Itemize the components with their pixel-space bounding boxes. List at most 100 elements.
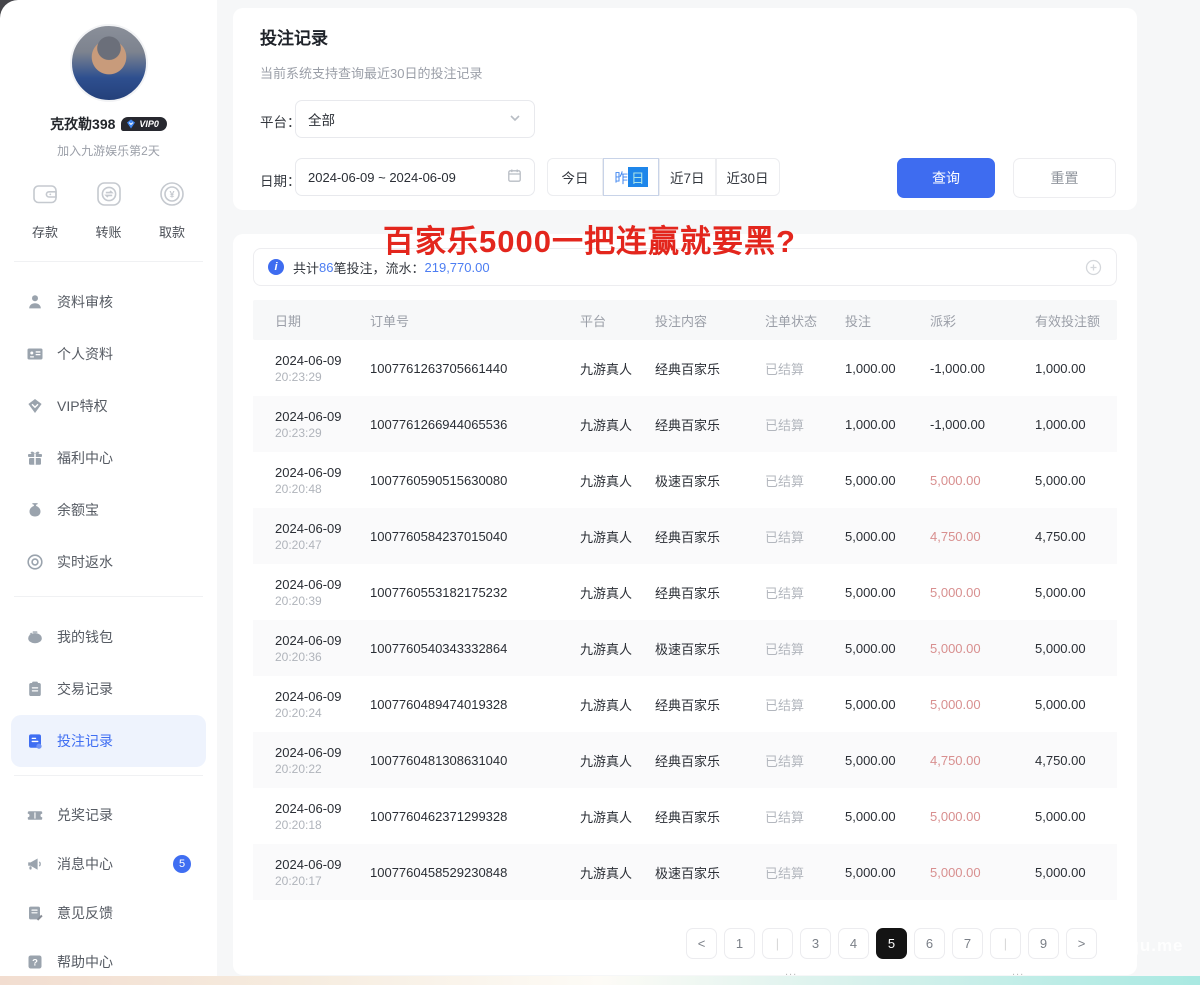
status-badge: 已结算 [765, 471, 845, 490]
rebate-icon [26, 553, 44, 571]
info-icon: i [268, 259, 284, 275]
join-days-text: 加入九游娱乐第2天 [0, 142, 217, 159]
table-row: 2024-06-0920:23:29 1007761266944065536 九… [253, 396, 1117, 452]
withdraw-button[interactable]: ¥ 取款 [157, 179, 187, 241]
page-button-4[interactable]: 4 [838, 928, 869, 959]
platform-select[interactable]: 全部 [295, 100, 535, 138]
col-payout: 派彩 [930, 311, 1035, 330]
payout-value: 5,000.00 [930, 809, 1035, 824]
order-number: 1007761266944065536 [370, 417, 580, 432]
range-7days-button[interactable]: 近7日 [659, 158, 716, 196]
sidebar-item-betting-records[interactable]: 投注记录 [11, 715, 206, 767]
status-badge: 已结算 [765, 863, 845, 882]
sidebar-nav-group-1: 资料审核 个人资料 VIP特权 福利中心 余额宝 [0, 270, 217, 588]
order-number: 1007760481308631040 [370, 753, 580, 768]
summary-prefix: 共计 [293, 258, 319, 277]
page-button-3[interactable]: 3 [800, 928, 831, 959]
payout-value: 4,750.00 [930, 529, 1035, 544]
bet-record-icon [26, 732, 44, 750]
table-row: 2024-06-0920:20:48 1007760590515630080 九… [253, 452, 1117, 508]
order-number: 1007760540343332864 [370, 641, 580, 656]
status-badge: 已结算 [765, 527, 845, 546]
table-row: 2024-06-0920:20:22 1007760481308631040 九… [253, 732, 1117, 788]
vip-diamond-icon [26, 397, 44, 415]
order-number: 1007760590515630080 [370, 473, 580, 488]
status-badge: 已结算 [765, 359, 845, 378]
payout-value: 4,750.00 [930, 753, 1035, 768]
sidebar-item-welfare-center[interactable]: 福利中心 [11, 432, 206, 484]
prev-page-button[interactable]: < [686, 928, 717, 959]
payout-value: -1,000.00 [930, 361, 1035, 376]
divider [14, 775, 203, 776]
payout-value: 5,000.00 [930, 585, 1035, 600]
col-platform: 平台 [580, 311, 655, 330]
page-button-6[interactable]: 6 [914, 928, 945, 959]
table-row: 2024-06-0920:20:39 1007760553182175232 九… [253, 564, 1117, 620]
reset-button[interactable]: 重置 [1013, 158, 1116, 198]
page-button-7[interactable]: 7 [952, 928, 983, 959]
payout-value: 5,000.00 [930, 641, 1035, 656]
profile-section: 克孜勒398 VIP0 加入九游娱乐第2天 [0, 0, 217, 159]
sidebar-item-transaction-records[interactable]: 交易记录 [11, 663, 206, 715]
table-row: 2024-06-0920:20:36 1007760540343332864 九… [253, 620, 1117, 676]
sidebar-item-vip-privileges[interactable]: VIP特权 [11, 380, 206, 432]
jump-next-ellipsis-button[interactable]: | [990, 928, 1021, 959]
date-range-input[interactable]: 2024-06-09 ~ 2024-06-09 [295, 158, 535, 196]
range-yesterday-button[interactable]: 昨日 [603, 158, 659, 196]
sidebar-item-data-review[interactable]: 资料审核 [11, 276, 206, 328]
payout-value: 5,000.00 [930, 865, 1035, 880]
sidebar-item-yuebao[interactable]: 余额宝 [11, 484, 206, 536]
username: 克孜勒398 [50, 114, 115, 134]
piggy-wallet-icon [26, 628, 44, 646]
betting-records-card: i 共计86笔投注，流水：219,770.00 日期 订单号 平台 投注内容 注… [233, 234, 1137, 975]
status-badge: 已结算 [765, 639, 845, 658]
pagination: < 1 | 3 4 5 6 7 | 9 > [686, 928, 1097, 959]
status-badge: 已结算 [765, 415, 845, 434]
sidebar-item-feedback[interactable]: 意见反馈 [11, 888, 206, 937]
table-row: 2024-06-0920:23:29 1007761263705661440 九… [253, 340, 1117, 396]
sidebar-item-message-center[interactable]: 消息中心 5 [11, 839, 206, 888]
sidebar-item-personal-info[interactable]: 个人资料 [11, 328, 206, 380]
payout-value: -1,000.00 [930, 417, 1035, 432]
range-30days-button[interactable]: 近30日 [716, 158, 780, 196]
col-content: 投注内容 [655, 311, 765, 330]
col-valid: 有效投注额 [1035, 311, 1117, 330]
page-button-5-active[interactable]: 5 [876, 928, 907, 959]
gift-icon [26, 449, 44, 467]
query-button[interactable]: 查询 [897, 158, 995, 198]
expand-circle-plus-icon[interactable] [1085, 259, 1102, 276]
next-page-button[interactable]: > [1066, 928, 1097, 959]
svg-text:?: ? [32, 957, 38, 968]
jump-prev-ellipsis-button[interactable]: | [762, 928, 793, 959]
deposit-wallet-icon [30, 179, 60, 214]
summary-count: 86 [319, 260, 333, 275]
transfer-button[interactable]: 转账 [94, 179, 124, 241]
summary-amount: 219,770.00 [425, 260, 490, 275]
order-number: 1007760489474019328 [370, 697, 580, 712]
ticket-icon [26, 806, 44, 824]
page-button-9[interactable]: 9 [1028, 928, 1059, 959]
date-range-shortcuts: 今日 昨日 近7日 近30日 [547, 158, 780, 196]
unread-count-badge: 5 [173, 855, 191, 873]
user-check-icon [26, 293, 44, 311]
page-button-1[interactable]: 1 [724, 928, 755, 959]
sidebar-item-realtime-rebate[interactable]: 实时返水 [11, 536, 206, 588]
payout-value: 5,000.00 [930, 473, 1035, 488]
sidebar-item-prize-records[interactable]: 兑奖记录 [11, 790, 206, 839]
table-header-row: 日期 订单号 平台 投注内容 注单状态 投注 派彩 有效投注额 [253, 300, 1117, 340]
table-row: 2024-06-0920:20:47 1007760584237015040 九… [253, 508, 1117, 564]
col-order: 订单号 [370, 311, 580, 330]
order-number: 1007760458529230848 [370, 865, 580, 880]
deposit-button[interactable]: 存款 [30, 179, 60, 241]
page-title: 投注记录 [260, 24, 328, 49]
sidebar-item-my-wallet[interactable]: 我的钱包 [11, 611, 206, 663]
order-number: 1007760462371299328 [370, 809, 580, 824]
megaphone-icon [26, 855, 44, 873]
sidebar-nav-group-3: 兑奖记录 消息中心 5 意见反馈 ? 帮助中心 [0, 784, 217, 985]
col-date: 日期 [275, 311, 370, 330]
table-body: 2024-06-0920:23:29 1007761263705661440 九… [253, 340, 1117, 900]
chevron-down-icon [508, 111, 522, 128]
quick-actions: 存款 转账 ¥ 取款 [0, 159, 217, 241]
vip-badge: VIP0 [121, 117, 167, 131]
range-today-button[interactable]: 今日 [547, 158, 603, 196]
